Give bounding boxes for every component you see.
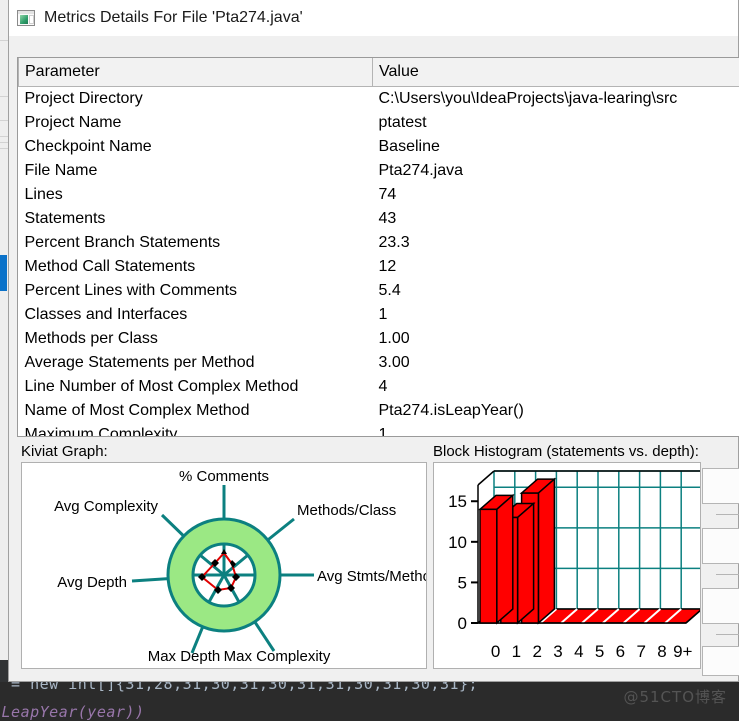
edge-panel-4[interactable] [702, 646, 739, 676]
cell-value: 1 [378, 306, 388, 323]
cell-parameter: Project Name [24, 114, 122, 131]
cell-value: Baseline [378, 138, 440, 155]
dialog-titlebar: Metrics Details For File 'Pta274.java' [9, 0, 738, 36]
y-axis-tick-label: 15 [448, 492, 467, 511]
column-header-parameter[interactable]: Parameter [18, 58, 373, 87]
cell-value: 1.00 [378, 330, 410, 347]
block-histogram-chart: 0510150 1 2 3 4 5 6 7 8 9+ [448, 470, 700, 661]
cell-value: ptatest [378, 114, 427, 131]
table-row[interactable]: Project Directory C:\Users\you\IdeaProjec… [19, 87, 739, 112]
kiviat-axis-label: Methods/Class [297, 502, 396, 519]
kiviat-chart: % Comments Methods/Class Avg Stmts/Metho… [54, 468, 426, 665]
cell-value: 12 [378, 258, 397, 275]
cell-value: 43 [378, 210, 397, 227]
kiviat-axis-label: Avg Stmts/Method [317, 568, 426, 585]
cell-value: 74 [378, 186, 397, 203]
table-row[interactable]: Average Statements per Method 3.00 [19, 351, 739, 375]
table-row[interactable]: Statements 43 [19, 207, 739, 231]
cell-parameter: Statements [24, 210, 106, 227]
x-axis-tick-label: 8 [657, 642, 666, 661]
y-axis-tick-label: 0 [458, 614, 467, 633]
kiviat-axis-label: % Comments [179, 468, 269, 485]
cell-parameter: Project Directory [24, 90, 143, 107]
table-row[interactable]: File Name Pta274.java [19, 159, 739, 183]
cell-parameter: Checkpoint Name [24, 138, 152, 155]
metrics-details-dialog: Metrics Details For File 'Pta274.java' P… [8, 0, 739, 682]
cell-parameter: Percent Lines with Comments [24, 282, 238, 299]
cell-parameter: Percent Branch Statements [24, 234, 221, 251]
table-row[interactable]: Percent Branch Statements 23.3 [19, 231, 739, 255]
table-row[interactable]: Methods per Class 1.00 [19, 327, 739, 351]
block-histogram-label: Block Histogram (statements vs. depth): [433, 443, 699, 460]
cell-value: 1 [378, 426, 388, 437]
table-header-row: Parameter Value [18, 58, 739, 87]
cell-parameter: Line Number of Most Complex Method [24, 378, 299, 395]
cell-parameter: File Name [24, 162, 98, 179]
edge-divider [716, 634, 739, 635]
x-axis-tick-label: 3 [553, 642, 562, 661]
edge-panel-3[interactable] [702, 588, 739, 624]
kiviat-axis-label: Max Complexity [224, 648, 331, 665]
cell-parameter: Maximum Complexity [24, 426, 178, 437]
x-axis-tick-label: 4 [574, 642, 583, 661]
y-axis-tick-label: 5 [458, 573, 467, 592]
edge-divider [716, 514, 739, 515]
table-row[interactable]: Method Call Statements 12 [19, 255, 739, 279]
kiviat-graph-panel: % Comments Methods/Class Avg Stmts/Metho… [21, 462, 427, 669]
dialog-title: Metrics Details For File 'Pta274.java' [44, 8, 303, 26]
cell-parameter: Method Call Statements [24, 258, 196, 275]
kiviat-graph-label: Kiviat Graph: [21, 443, 108, 460]
x-axis-tick-label: 7 [636, 642, 645, 661]
block-histogram-panel: 0 5 10 15 0 1 2 3 4 5 6 7 8 9+ [433, 462, 701, 669]
table-row[interactable]: Name of Most Complex Method Pta274.isLeap… [19, 399, 739, 423]
dialog-body: Parameter Value Project Directory C:\User… [9, 36, 739, 682]
column-header-value[interactable]: Value [372, 58, 739, 87]
cell-value: 23.3 [378, 234, 410, 251]
watermark: @51CTO博客 [623, 688, 727, 706]
x-axis-tick-label: 0 [491, 642, 500, 661]
metrics-window-icon [17, 9, 35, 26]
cell-value: 3.00 [378, 354, 410, 371]
table-row[interactable]: Checkpoint Name Baseline [19, 135, 739, 159]
metrics-table-container[interactable]: Parameter Value Project Directory C:\User… [17, 57, 739, 437]
kiviat-axis-label: Max Depth [148, 648, 221, 665]
cell-value: 4 [378, 378, 388, 395]
code-line: sLeapYear(year)) [0, 703, 145, 721]
cell-value: Pta274.isLeapYear() [378, 402, 524, 419]
table-row[interactable]: Maximum Complexity 1 [19, 423, 739, 437]
editor-scrollbar-thumb[interactable] [0, 255, 7, 291]
table-row[interactable]: Lines 74 [19, 183, 739, 207]
edge-divider [716, 574, 739, 575]
table-row[interactable]: Project Name ptatest [19, 111, 739, 135]
cell-parameter: Average Statements per Method [24, 354, 255, 371]
x-axis-tick-label: 9+ [673, 642, 692, 661]
edge-panel-1[interactable] [702, 468, 739, 504]
cell-parameter: Classes and Interfaces [24, 306, 188, 323]
kiviat-axis-label: Avg Depth [57, 574, 127, 591]
cell-value: C:\Users\you\IdeaProjects\java-learing\s… [378, 90, 678, 107]
table-row[interactable]: Percent Lines with Comments 5.4 [19, 279, 739, 303]
x-axis-tick-label: 2 [532, 642, 541, 661]
y-axis-tick-label: 10 [448, 533, 467, 552]
x-axis-tick-label: 5 [595, 642, 604, 661]
x-axis-tick-label: 6 [616, 642, 625, 661]
cell-parameter: Lines [24, 186, 63, 203]
cell-parameter: Methods per Class [24, 330, 158, 347]
cell-parameter: Name of Most Complex Method [24, 402, 250, 419]
kiviat-axis-label: Avg Complexity [54, 498, 158, 515]
x-axis-tick-label: 1 [512, 642, 521, 661]
metrics-table: Parameter Value Project Directory C:\User… [18, 58, 739, 437]
edge-panel-2[interactable] [702, 528, 739, 564]
table-row[interactable]: Line Number of Most Complex Method 4 [19, 375, 739, 399]
cell-value: Pta274.java [378, 162, 464, 179]
table-row[interactable]: Classes and Interfaces 1 [19, 303, 739, 327]
cell-value: 5.4 [378, 282, 401, 299]
